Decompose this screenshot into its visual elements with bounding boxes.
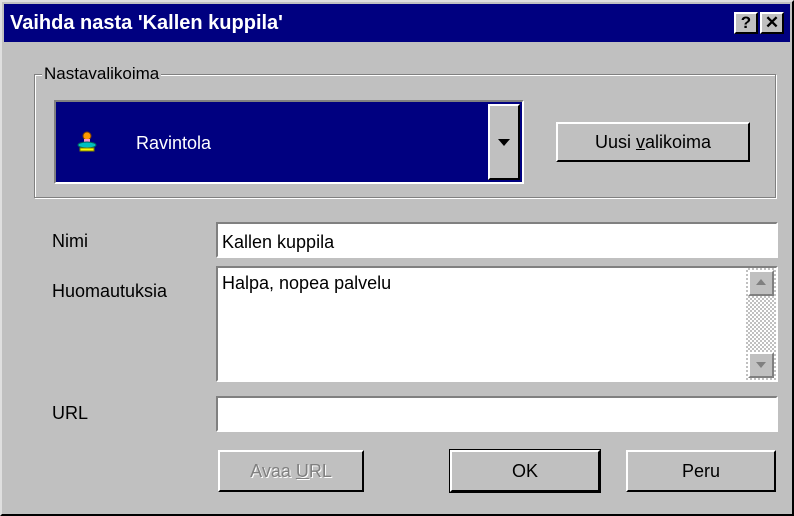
window-title: Vaihda nasta 'Kallen kuppila' [10, 12, 283, 34]
open-url-button[interactable]: Avaa URL [218, 450, 364, 492]
close-button[interactable]: ✕ [760, 12, 784, 34]
dropdown-arrow-icon[interactable] [488, 104, 520, 180]
notes-field[interactable]: Halpa, nopea palvelu [216, 266, 778, 382]
new-pinset-label: Uusi valikoima [594, 132, 712, 152]
help-button[interactable]: ? [734, 12, 758, 34]
notes-text: Halpa, nopea palvelu [222, 273, 392, 293]
open-url-label: Avaa URL [250, 461, 332, 481]
notes-label: Huomautuksia [52, 281, 168, 301]
url-field[interactable] [216, 396, 778, 432]
pinset-selected-value: Ravintola [136, 133, 212, 153]
notes-scrollbar[interactable] [746, 268, 776, 380]
cancel-button[interactable]: Peru [626, 450, 776, 492]
name-field[interactable] [216, 222, 778, 258]
pinset-group-label: Nastavalikoima [42, 64, 162, 84]
pin-edit-dialog: Vaihda nasta 'Kallen kuppila' ? ✕ Nastav… [0, 0, 794, 516]
title-bar[interactable]: Vaihda nasta 'Kallen kuppila' ? ✕ [4, 4, 790, 42]
ok-button[interactable]: OK [450, 450, 600, 492]
ok-label: OK [511, 461, 538, 481]
url-label: URL [52, 403, 89, 423]
cancel-label: Peru [681, 461, 721, 481]
restaurant-pin-icon [77, 131, 97, 152]
name-label: Nimi [52, 231, 88, 251]
new-pinset-button[interactable]: Uusi valikoima [556, 122, 750, 162]
scroll-down-icon[interactable] [748, 352, 774, 378]
pinset-dropdown[interactable]: Ravintola [54, 100, 524, 184]
scroll-up-icon[interactable] [748, 270, 774, 296]
